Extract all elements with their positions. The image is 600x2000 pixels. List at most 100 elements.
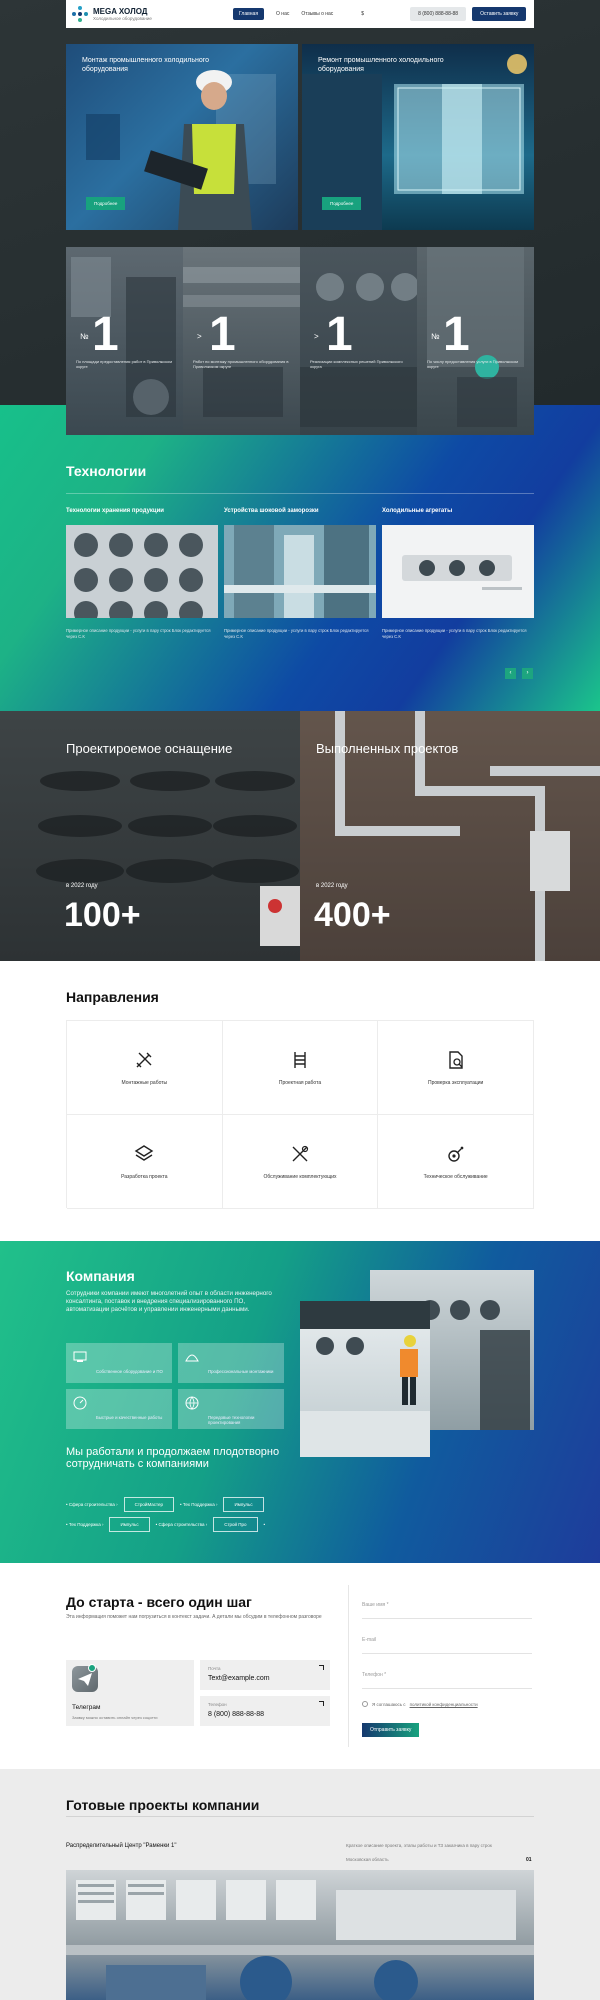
telegram-card[interactable]: Телеграм Заявку можно оставить онлайн че… [66,1660,194,1726]
partner-badge[interactable]: Строй Про [213,1517,258,1532]
hero-card-installation[interactable]: Монтаж промышленного холодильного оборуд… [66,44,298,230]
partner-badge[interactable]: Импульс [109,1517,150,1532]
divider [66,1816,534,1817]
project-image[interactable] [66,1870,534,2000]
tech-item-desc: Примерное описание продукции - услуги в … [224,628,369,639]
direction-label: Проектная работа [278,1079,322,1086]
privacy-link[interactable]: политикой конфиденциальности [410,1702,478,1707]
hero-card-more-button[interactable]: Подробнее [322,197,362,210]
name-field[interactable]: Ваше имя * [362,1602,532,1619]
number-block-projects: Выполненных проектов в 2022 году 400+ [300,711,600,961]
nav-home[interactable]: Главная [233,8,265,20]
submit-button[interactable]: Отправить заявку [362,1723,420,1737]
partner-badge[interactable]: Импульс [223,1497,264,1512]
carousel-prev-button[interactable]: ‹ [505,668,516,679]
consent-checkbox[interactable] [362,1701,368,1707]
header-phone[interactable]: 8 (800) 888-88-88 [410,7,467,21]
direction-item[interactable]: Разработка проекта [67,1115,223,1209]
logo-name: MEGA ХОЛОД [93,7,148,16]
mail-label: Почта [208,1666,221,1671]
partner-badge[interactable]: СтройМастер [123,1497,175,1512]
feature-label: Профессиональные монтажники [208,1369,274,1374]
company-text: Сотрудники компании имеют многолетний оп… [66,1290,272,1313]
divider [348,1585,349,1747]
number-subtitle: в 2022 году [66,883,98,889]
nav-about[interactable]: О нас [276,11,289,17]
arrow-icon [319,1701,324,1706]
nav-extra[interactable]: $ [361,11,364,17]
tools-icon [136,1052,152,1067]
feature-label: Собственное оборудование и ПО [96,1369,163,1374]
contact-subtext: Эта информация поможет нам погрузиться в… [66,1614,322,1620]
divider [66,493,534,494]
tech-item-image[interactable] [382,525,534,618]
fans-image [300,273,417,427]
stat-tile: № 1 По числу предоставления услуги в При… [417,247,534,435]
partner-link[interactable]: • Сфера строительства › [66,1502,118,1507]
direction-item[interactable]: Техническое обслуживание [378,1115,534,1209]
phone-label: Телефон [208,1702,227,1707]
direction-item[interactable]: Проектная работа [222,1021,379,1115]
partner-link[interactable]: • Тех Поддержка › [180,1502,217,1507]
stat-prefix: > [314,332,319,341]
number-title: Выполненных проектов [316,741,459,756]
direction-label: Обслуживание комплектующих [263,1173,337,1180]
header-cta-button[interactable]: Оставить заявку [472,7,527,21]
status-dot [88,1664,96,1672]
number-title: Проектироемое оснащение [66,741,233,756]
logo-subtitle: Холодильное оборудование [93,16,152,21]
stat-tile: № 1 По площади предоставления работ в Пр… [66,247,183,435]
globe-icon [185,1396,199,1410]
direction-item[interactable]: Обслуживание комплектующих [222,1115,379,1209]
stat-tile: > 1 Работ по монтажу промышленного обору… [183,247,300,435]
ladder-icon [294,1051,306,1068]
equipment-icon [73,1351,87,1362]
project-photo [66,1880,534,2000]
hero-card-more-button[interactable]: Подробнее [86,197,126,210]
stat-text: По площади предоставления работ в Привол… [76,359,172,369]
stat-prefix: № [80,332,89,341]
logo-icon [72,6,88,22]
tech-item-title[interactable]: Устройства шоковой заморозки [224,508,319,514]
phone-field[interactable]: Телефон * [362,1672,532,1689]
tech-item-image[interactable] [66,525,218,618]
direction-label: Разработка проекта [121,1173,168,1180]
project-title[interactable]: Распределительный Центр "Раменки 1" [66,1843,177,1849]
email-field[interactable]: E-mail [362,1637,532,1654]
mail-card[interactable]: Почта Text@example.com [200,1660,330,1690]
projects-heading: Готовые проекты компании [66,1797,260,1813]
phone-card[interactable]: Телефон 8 (800) 888-88-88 [200,1696,330,1726]
speedometer-icon [73,1396,87,1410]
company-feature: Быстрые и качественные работы [66,1389,172,1429]
direction-label: Монтажные работы [121,1079,168,1086]
tech-item-desc: Примерное описание продукции - услуги в … [66,628,211,639]
tech-item-title[interactable]: Холодильные агрегаты [382,508,452,514]
stat-value: 1 [443,308,470,361]
stat-value: 1 [209,308,236,361]
directions-grid: Монтажные работы Проектная работа Провер… [66,1020,534,1209]
hero-card-repair[interactable]: Ремонт промышленного холодильного оборуд… [302,44,534,230]
number-value: 100+ [64,896,141,934]
number-value: 400+ [314,896,391,934]
stat-prefix: > [197,332,202,341]
logo[interactable]: MEGA ХОЛОД Холодильное оборудование [93,7,203,21]
engineer-warehouse-image [300,1301,430,1457]
direction-item[interactable]: Монтажные работы [67,1021,223,1115]
document-search-icon [448,1050,463,1069]
machinery-image [71,257,176,417]
direction-item[interactable]: Проверка эксплуатации [378,1021,534,1115]
partners-row: • Тех Поддержка › Импульс • Сфера строит… [66,1517,265,1532]
tech-item-title[interactable]: Технологии хранения продукции [66,508,164,514]
stat-text: Работ по монтажу промышленного оборудова… [193,359,289,369]
carousel-next-button[interactable]: › [522,668,533,679]
cooling-unit-image [402,555,522,590]
helmet-icon [185,1354,199,1362]
feature-label: Передовые технологии проектирования [208,1415,255,1425]
stat-text: По числу предоставления услуги в Приволж… [427,359,519,369]
partner-link[interactable]: • Тех Поддержка › [66,1522,103,1527]
nav-reviews[interactable]: Отзывы о нас [301,11,333,17]
direction-label: Техническое обслуживание [423,1173,488,1180]
hero-card-title: Монтаж промышленного холодильного оборуд… [82,57,210,73]
tech-item-image[interactable] [224,525,376,618]
partner-link[interactable]: • Сфера строительства › [156,1522,208,1527]
